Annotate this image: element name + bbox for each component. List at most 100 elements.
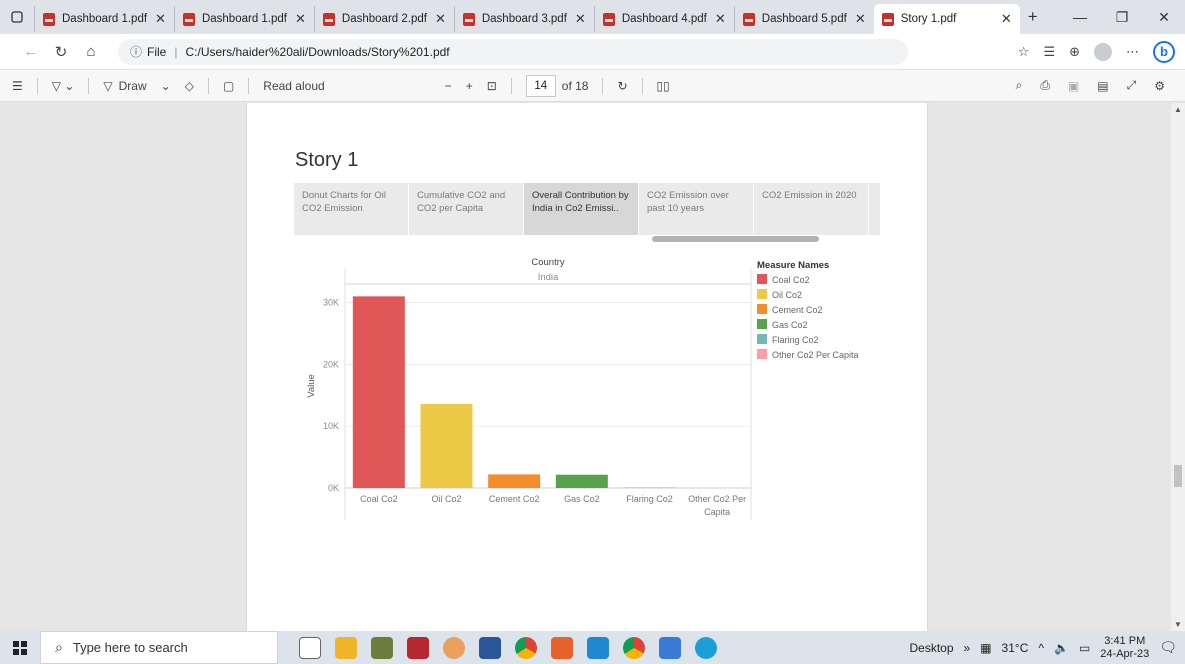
toolbar-divider <box>88 77 90 94</box>
close-tab-icon[interactable]: ✕ <box>1001 11 1012 27</box>
tab-actions-icon[interactable] <box>0 0 34 34</box>
bing-icon[interactable]: b <box>1153 40 1175 63</box>
taskbar-search[interactable]: ⌕ Type here to search <box>40 631 278 664</box>
more-options-icon[interactable]: ⋯ <box>1126 44 1139 60</box>
notifications-icon[interactable]: 🗨 <box>1159 639 1177 656</box>
minimize-icon[interactable]: — <box>1059 9 1101 25</box>
chrome-icon[interactable] <box>623 636 645 659</box>
app-icon[interactable] <box>443 636 465 659</box>
refresh-icon[interactable]: ↻ <box>46 43 76 61</box>
toolbar-divider <box>207 77 209 94</box>
pdf-file-icon <box>43 12 55 26</box>
highlight-icon[interactable]: ▽ ⌄ <box>52 79 75 93</box>
task-view-icon[interactable] <box>299 636 321 659</box>
browser-tab[interactable]: Dashboard 5.pdf ✕ <box>733 6 874 32</box>
add-favorite-icon[interactable]: ☆ <box>1018 44 1030 60</box>
save-icon[interactable]: ▣ <box>1068 79 1079 93</box>
network-icon[interactable]: ▭ <box>1079 641 1090 655</box>
scroll-up-icon[interactable]: ▲ <box>1174 105 1182 114</box>
app-icon[interactable] <box>371 636 393 659</box>
address-bar[interactable]: ⓘ File | C:/Users/haider%20ali/Downloads… <box>118 38 908 65</box>
app-icon[interactable] <box>659 636 681 659</box>
windows-start-icon[interactable] <box>0 631 40 664</box>
pdf-toolbar-right: ⌕ ⎙ ▣ ▤ ⤢ ⚙ <box>1016 78 1185 93</box>
zoom-out-icon[interactable]: − <box>445 79 452 93</box>
scroll-down-icon[interactable]: ▼ <box>1174 620 1182 629</box>
clock-time: 3:41 PM <box>1104 634 1146 647</box>
scheme-label: File <box>147 44 167 59</box>
tray-overflow-icon[interactable]: » <box>964 641 971 655</box>
contents-icon[interactable]: ☰ <box>12 79 23 93</box>
scrollbar-thumb[interactable] <box>1174 465 1182 487</box>
toolbar-divider <box>602 77 604 94</box>
settings-icon[interactable]: ⚙ <box>1154 79 1165 93</box>
draw-button[interactable]: Draw <box>119 79 147 93</box>
pdf-viewer[interactable]: Story 1 Donut Charts for Oil CO2 Emissio… <box>0 103 1185 631</box>
weather-icon[interactable]: ▦ <box>980 641 991 655</box>
home-icon[interactable]: ⌂ <box>76 43 106 60</box>
address-bar-row: ← ↻ ⌂ ⓘ File | C:/Users/haider%20ali/Dow… <box>0 34 1185 70</box>
legend-swatch <box>757 319 767 329</box>
close-tab-icon[interactable]: ✕ <box>295 11 306 27</box>
zoom-in-icon[interactable]: + <box>466 79 473 93</box>
print-icon[interactable]: ⎙ <box>1040 78 1050 93</box>
toolbar-divider <box>248 77 250 94</box>
close-tab-icon[interactable]: ✕ <box>155 11 166 27</box>
volume-icon[interactable]: 🔈 <box>1054 641 1069 655</box>
search-icon: ⌕ <box>55 639 63 655</box>
profile-avatar[interactable] <box>1094 42 1112 61</box>
app-icon[interactable] <box>407 636 429 659</box>
weather-temp[interactable]: 31°C <box>1002 641 1029 655</box>
close-tab-icon[interactable]: ✕ <box>855 11 866 27</box>
edge-icon[interactable] <box>695 636 717 659</box>
y-tick-label: 20K <box>323 359 339 369</box>
page-total: of 18 <box>561 78 589 93</box>
page-view-icon[interactable]: ▯▯ <box>657 79 670 93</box>
info-icon[interactable]: ⓘ <box>130 43 142 60</box>
legend-swatch <box>757 304 767 314</box>
eraser-icon[interactable]: ◇ <box>185 79 194 93</box>
word-icon[interactable] <box>479 636 501 659</box>
legend-label: Other Co2 Per Capita <box>772 350 859 360</box>
tab-label: Story 1.pdf <box>900 13 957 25</box>
collections-icon[interactable]: ⊕ <box>1069 44 1080 60</box>
chrome-icon[interactable] <box>515 636 537 659</box>
browser-tab-active[interactable]: Story 1.pdf ✕ <box>873 4 1020 34</box>
fit-page-icon[interactable]: ⊡ <box>487 79 497 93</box>
new-tab-icon[interactable]: + <box>1020 7 1046 27</box>
add-text-icon[interactable]: ▢ <box>223 79 234 93</box>
legend-label: Cement Co2 <box>772 305 823 315</box>
fullscreen-icon[interactable]: ⤢ <box>1127 78 1137 93</box>
search-icon[interactable]: ⌕ <box>1016 78 1023 93</box>
url-text[interactable]: C:/Users/haider%20ali/Downloads/Story%20… <box>185 45 449 59</box>
restore-icon[interactable]: ❐ <box>1101 9 1143 26</box>
browser-tab[interactable]: Dashboard 1.pdf ✕ <box>34 6 174 32</box>
legend-swatch <box>757 349 767 359</box>
rotate-icon[interactable]: ↻ <box>617 79 627 93</box>
favorites-icon[interactable]: ☰ <box>1043 44 1055 60</box>
x-tick-label: Gas Co2 <box>564 494 600 504</box>
back-icon[interactable]: ← <box>16 43 46 60</box>
browser-tab[interactable]: Dashboard 3.pdf ✕ <box>453 6 594 32</box>
show-hidden-icons[interactable]: ^ <box>1038 641 1044 655</box>
close-tab-icon[interactable]: ✕ <box>575 11 586 27</box>
read-aloud-button[interactable]: Read aloud <box>263 79 324 93</box>
file-explorer-icon[interactable] <box>335 636 357 659</box>
browser-tab[interactable]: Dashboard 2.pdf ✕ <box>313 6 454 32</box>
browser-tab[interactable]: Dashboard 4.pdf ✕ <box>593 6 734 32</box>
desktop-toolbar[interactable]: Desktop <box>909 641 953 655</box>
vertical-scrollbar[interactable]: ▲ ▼ <box>1171 103 1185 631</box>
vscode-icon[interactable] <box>587 636 609 659</box>
app-icon[interactable] <box>551 636 573 659</box>
draw-icon[interactable]: ▽ <box>103 79 112 93</box>
browser-tab[interactable]: Dashboard 1.pdf ✕ <box>173 6 314 32</box>
page-number-input[interactable]: 14 <box>525 74 556 97</box>
draw-options-icon[interactable]: ⌄ <box>161 79 171 93</box>
save-as-icon[interactable]: ▤ <box>1097 79 1108 93</box>
clock[interactable]: 3:41 PM 24-Apr-23 <box>1100 635 1149 661</box>
close-tab-icon[interactable]: ✕ <box>715 11 726 27</box>
system-tray: Desktop » ▦ 31°C ^ 🔈 ▭ 3:41 PM 24-Apr-23… <box>909 635 1185 661</box>
x-tick-label: Cement Co2 <box>489 494 540 504</box>
close-window-icon[interactable]: ✕ <box>1143 9 1185 26</box>
close-tab-icon[interactable]: ✕ <box>435 11 446 27</box>
